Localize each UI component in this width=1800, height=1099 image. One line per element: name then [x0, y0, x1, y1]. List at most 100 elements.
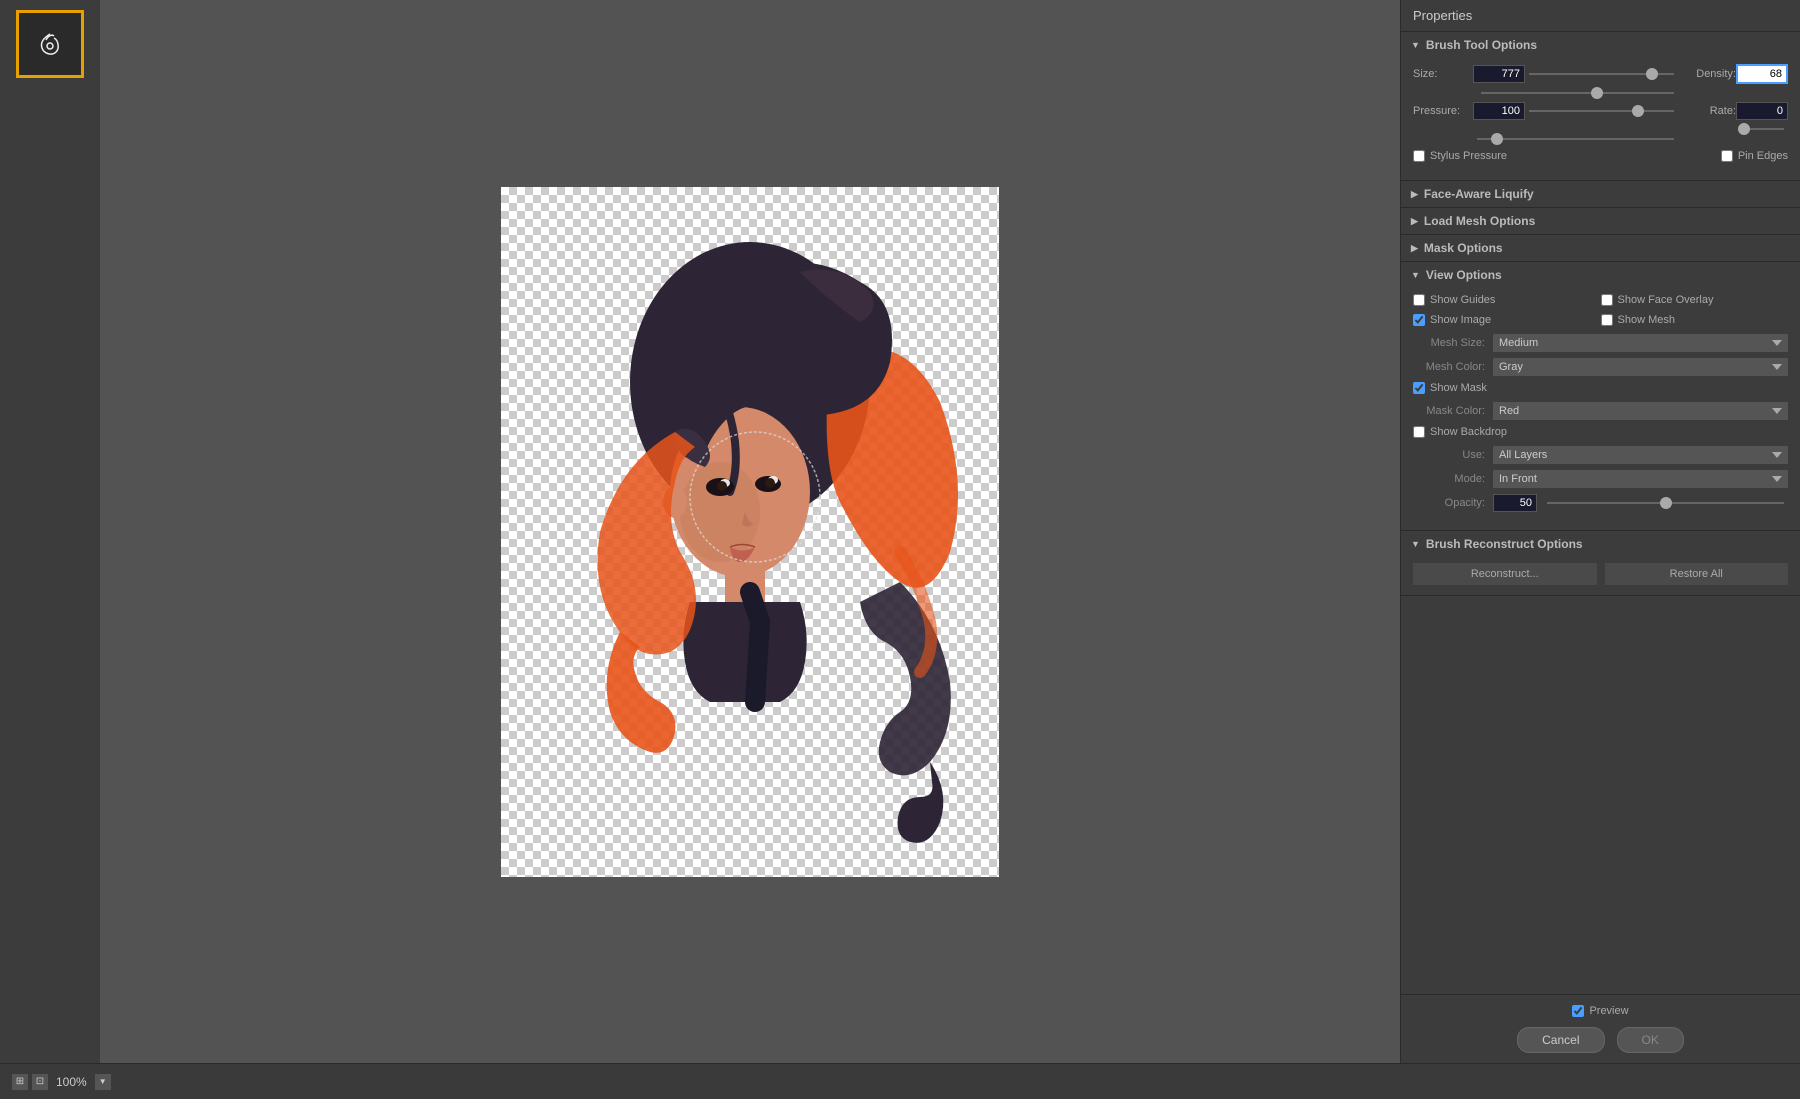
load-mesh-header[interactable]: ▶ Load Mesh Options — [1401, 208, 1800, 234]
mode-dropdown[interactable]: In Front Behind Blend — [1493, 470, 1788, 488]
size-slider[interactable] — [1525, 73, 1678, 75]
zoom-actual-button[interactable]: ⊡ — [32, 1074, 48, 1090]
ok-button[interactable]: OK — [1617, 1027, 1684, 1053]
show-guides-checkbox[interactable]: Show Guides — [1413, 294, 1601, 306]
restore-all-button[interactable]: Restore All — [1605, 563, 1789, 585]
use-row: Use: All Layers Current Layer — [1413, 446, 1788, 464]
show-face-overlay-input[interactable] — [1601, 294, 1613, 306]
mesh-color-row: Mesh Color: Gray Black White Red — [1413, 358, 1788, 376]
show-backdrop-checkbox[interactable]: Show Backdrop — [1413, 426, 1507, 438]
show-mask-label: Show Mask — [1430, 382, 1487, 394]
size-input[interactable] — [1473, 65, 1525, 83]
mask-options-triangle: ▶ — [1411, 243, 1418, 254]
show-face-overlay-checkbox[interactable]: Show Face Overlay — [1601, 294, 1789, 306]
mask-color-dropdown[interactable]: Red Green Blue Black — [1493, 402, 1788, 420]
panel-content: ▼ Brush Tool Options Size: Density: — [1401, 32, 1800, 994]
mode-label: Mode: — [1413, 473, 1493, 485]
rate-full-slider[interactable] — [1473, 138, 1678, 140]
brush-tool-options-label: Brush Tool Options — [1426, 38, 1537, 52]
view-options-label: View Options — [1426, 268, 1502, 282]
show-guides-label: Show Guides — [1430, 294, 1495, 306]
properties-panel: Properties ▼ Brush Tool Options Size: — [1400, 0, 1800, 1063]
stylus-pinedges-row: Stylus Pressure Pin Edges — [1413, 150, 1788, 162]
guides-faceoverlay-row: Show Guides Show Face Overlay — [1413, 294, 1788, 306]
reconstruct-buttons-row: Reconstruct... Restore All — [1413, 563, 1788, 585]
liquify-tool-button[interactable] — [16, 10, 84, 78]
rate-big-slider-row — [1413, 138, 1788, 140]
zoom-fit-button[interactable]: ⊞ — [12, 1074, 28, 1090]
show-mask-checkbox[interactable]: Show Mask — [1413, 382, 1487, 394]
rate-slider-row — [1413, 128, 1788, 130]
view-options-header[interactable]: ▼ View Options — [1401, 262, 1800, 288]
face-aware-header[interactable]: ▶ Face-Aware Liquify — [1401, 181, 1800, 207]
stylus-pressure-checkbox[interactable]: Stylus Pressure — [1413, 150, 1507, 162]
mesh-color-dropdown[interactable]: Gray Black White Red — [1493, 358, 1788, 376]
preview-input[interactable] — [1572, 1005, 1584, 1017]
cancel-button[interactable]: Cancel — [1517, 1027, 1604, 1053]
view-options-section: ▼ View Options Show Guides Show Face Ove… — [1401, 262, 1800, 531]
brush-tool-options-triangle: ▼ — [1411, 40, 1420, 50]
face-aware-section: ▶ Face-Aware Liquify — [1401, 181, 1800, 208]
mask-options-section: ▶ Mask Options — [1401, 235, 1800, 262]
show-mask-input[interactable] — [1413, 382, 1425, 394]
opacity-slider[interactable] — [1543, 502, 1788, 504]
artwork-display — [501, 187, 999, 877]
brush-reconstruct-body: Reconstruct... Restore All — [1401, 557, 1800, 595]
show-backdrop-input[interactable] — [1413, 426, 1425, 438]
rate-slider[interactable] — [1736, 128, 1788, 130]
brush-tool-options-header[interactable]: ▼ Brush Tool Options — [1401, 32, 1800, 58]
load-mesh-label: Load Mesh Options — [1424, 214, 1535, 228]
use-label: Use: — [1413, 449, 1493, 461]
preview-checkbox[interactable]: Preview — [1572, 1005, 1628, 1017]
stylus-pressure-input[interactable] — [1413, 150, 1425, 162]
preview-row: Preview — [1413, 1005, 1788, 1017]
bottom-bar: ⊞ ⊡ 100% ▼ — [0, 1063, 1800, 1099]
brush-reconstruct-header[interactable]: ▼ Brush Reconstruct Options — [1401, 531, 1800, 557]
pressure-label: Pressure: — [1413, 105, 1473, 117]
face-aware-triangle: ▶ — [1411, 189, 1418, 200]
pin-edges-checkbox[interactable]: Pin Edges — [1721, 150, 1788, 162]
canvas-area — [100, 0, 1400, 1063]
image-mesh-row: Show Image Show Mesh — [1413, 314, 1788, 326]
opacity-input[interactable] — [1493, 494, 1537, 512]
show-backdrop-row: Show Backdrop — [1413, 426, 1788, 438]
show-guides-input[interactable] — [1413, 294, 1425, 306]
size-density-row: Size: Density: — [1413, 64, 1788, 84]
density-label: Density: — [1678, 68, 1736, 80]
view-options-triangle: ▼ — [1411, 270, 1420, 280]
zoom-value: 100% — [56, 1075, 87, 1089]
canvas-wrapper — [501, 187, 999, 877]
mesh-size-dropdown[interactable]: Medium Small Large — [1493, 334, 1788, 352]
density-input[interactable] — [1736, 64, 1788, 84]
density-slider[interactable] — [1477, 92, 1678, 94]
show-image-label: Show Image — [1430, 314, 1491, 326]
reconstruct-button[interactable]: Reconstruct... — [1413, 563, 1597, 585]
show-mask-row: Show Mask — [1413, 382, 1788, 394]
pressure-input[interactable] — [1473, 102, 1525, 120]
brush-reconstruct-section: ▼ Brush Reconstruct Options Reconstruct.… — [1401, 531, 1800, 596]
brush-reconstruct-label: Brush Reconstruct Options — [1426, 537, 1583, 551]
load-mesh-section: ▶ Load Mesh Options — [1401, 208, 1800, 235]
pressure-slider[interactable] — [1525, 110, 1678, 112]
mask-options-label: Mask Options — [1424, 241, 1503, 255]
load-mesh-triangle: ▶ — [1411, 216, 1418, 227]
show-mesh-checkbox[interactable]: Show Mesh — [1601, 314, 1789, 326]
show-mesh-input[interactable] — [1601, 314, 1613, 326]
mesh-size-label: Mesh Size: — [1413, 337, 1493, 349]
mode-row: Mode: In Front Behind Blend — [1413, 470, 1788, 488]
pressure-rate-row: Pressure: Rate: — [1413, 102, 1788, 120]
show-mesh-label: Show Mesh — [1618, 314, 1675, 326]
zoom-dropdown-button[interactable]: ▼ — [95, 1074, 111, 1090]
mask-options-header[interactable]: ▶ Mask Options — [1401, 235, 1800, 261]
opacity-label: Opacity: — [1413, 497, 1493, 509]
pin-edges-input[interactable] — [1721, 150, 1733, 162]
brush-tool-options-section: ▼ Brush Tool Options Size: Density: — [1401, 32, 1800, 181]
rate-input[interactable] — [1736, 102, 1788, 120]
show-backdrop-label: Show Backdrop — [1430, 426, 1507, 438]
use-dropdown[interactable]: All Layers Current Layer — [1493, 446, 1788, 464]
density-slider-row — [1413, 92, 1788, 94]
zoom-controls: ⊞ ⊡ 100% ▼ — [12, 1074, 111, 1090]
show-image-checkbox[interactable]: Show Image — [1413, 314, 1601, 326]
view-options-body: Show Guides Show Face Overlay Show Image — [1401, 288, 1800, 530]
show-image-input[interactable] — [1413, 314, 1425, 326]
